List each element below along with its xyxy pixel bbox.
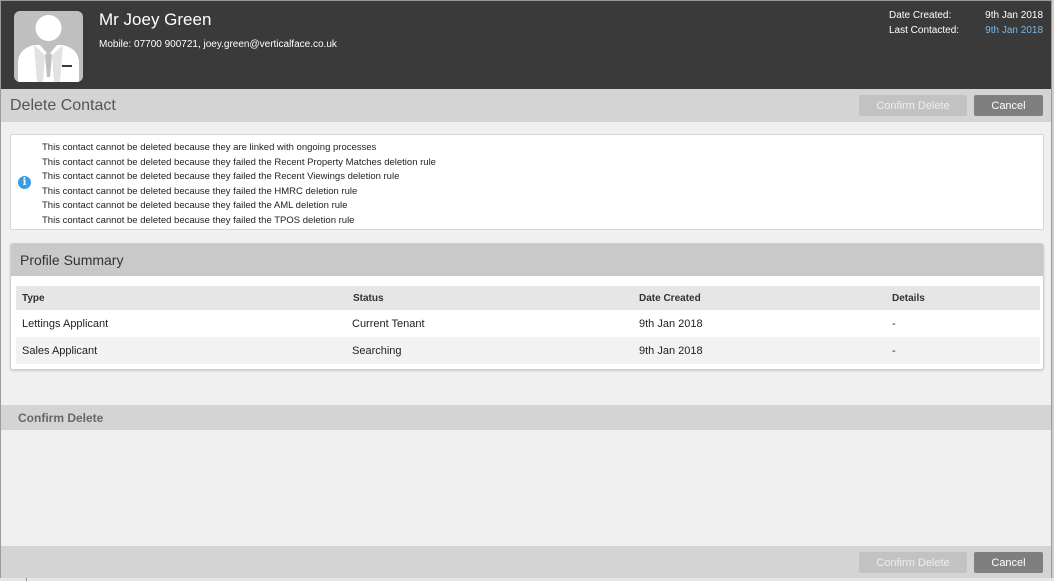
cell-details: - — [892, 317, 896, 330]
delete-contact-window: Mr Joey Green Mobile: 07700 900721, joey… — [0, 0, 1052, 579]
table-header-row: Type Status Date Created Details — [16, 286, 1040, 310]
warning-line: This contact cannot be deleted because t… — [42, 171, 400, 182]
warning-list: This contact cannot be deleted because t… — [42, 141, 436, 228]
contact-details: Mobile: 07700 900721, joey.green@vertica… — [99, 39, 337, 50]
column-header-type: Type — [22, 292, 45, 304]
deletion-warning-panel: i This contact cannot be deleted because… — [10, 134, 1044, 230]
profile-summary-title: Profile Summary — [20, 252, 124, 268]
date-created-label: Date Created: — [889, 10, 952, 21]
column-header-status: Status — [353, 292, 384, 304]
cell-date-created: 9th Jan 2018 — [639, 344, 703, 357]
footer-confirm-delete-button[interactable]: Confirm Delete — [859, 552, 967, 573]
contact-name: Mr Joey Green — [99, 10, 212, 29]
confirm-delete-button[interactable]: Confirm Delete — [859, 95, 967, 116]
warning-line: This contact cannot be deleted because t… — [42, 200, 348, 211]
info-icon: i — [18, 176, 31, 189]
column-header-details: Details — [892, 292, 925, 304]
last-contacted-label: Last Contacted: — [889, 25, 960, 36]
footer-cancel-button[interactable]: Cancel — [974, 552, 1043, 573]
table-row[interactable]: Sales Applicant Searching 9th Jan 2018 - — [16, 337, 1040, 364]
confirm-delete-section-header: Confirm Delete — [1, 405, 1051, 430]
warning-line: This contact cannot be deleted because t… — [42, 156, 436, 168]
person-suit-icon — [14, 11, 83, 82]
profile-summary-panel: Profile Summary Type Status Date Created… — [10, 243, 1044, 370]
warning-line: This contact cannot be deleted because t… — [42, 214, 355, 226]
table-row[interactable]: Lettings Applicant Current Tenant 9th Ja… — [16, 310, 1040, 337]
column-header-date-created: Date Created — [639, 292, 701, 304]
warning-line: This contact cannot be deleted because t… — [42, 185, 358, 197]
cell-status: Current Tenant — [352, 317, 425, 330]
cell-details: - — [892, 344, 896, 357]
profile-summary-header: Profile Summary — [11, 244, 1043, 276]
cancel-button[interactable]: Cancel — [974, 95, 1043, 116]
cell-date-created: 9th Jan 2018 — [639, 317, 703, 330]
footer-bar: Confirm Delete Cancel — [1, 546, 1051, 578]
warning-line: This contact cannot be deleted because t… — [42, 142, 377, 153]
cell-type: Lettings Applicant — [22, 317, 109, 330]
profile-summary-table: Type Status Date Created Details Letting… — [16, 286, 1040, 364]
cell-status: Searching — [352, 344, 402, 357]
confirm-delete-section-title: Confirm Delete — [18, 411, 104, 425]
contact-header: Mr Joey Green Mobile: 07700 900721, joey… — [1, 1, 1051, 89]
date-created-value: 9th Jan 2018 — [985, 10, 1043, 21]
last-contacted-link[interactable]: 9th Jan 2018 — [985, 25, 1043, 36]
page-titlebar: Delete Contact Confirm Delete Cancel — [1, 89, 1051, 122]
page-title: Delete Contact — [10, 97, 116, 114]
cell-type: Sales Applicant — [22, 344, 98, 357]
